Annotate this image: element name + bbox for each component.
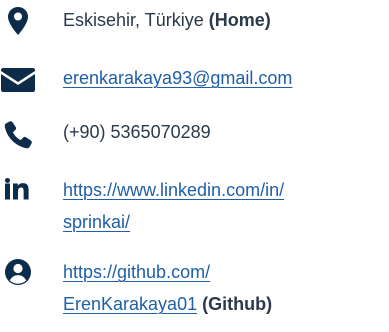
phone-icon [0,120,36,150]
linkedin-link-line1[interactable]: https://www.linkedin.com/in/ [63,174,284,206]
contact-list: Eskisehir, Türkiye (Home) erenkarakaya93… [0,0,389,332]
contact-row-email: erenkarakaya93@gmail.com [0,56,389,96]
envelope-icon [0,68,36,92]
email-link[interactable]: erenkarakaya93@gmail.com [63,62,292,94]
location-home-label: (Home) [208,10,271,30]
location-pin-icon [0,6,36,36]
github-link-line2[interactable]: ErenKarakaya01 [63,294,197,314]
contact-row-linkedin: https://www.linkedin.com/in/ sprinkai/ [0,164,389,240]
contact-row-phone: (+90) 5365070289 [0,112,389,152]
github-link-line1[interactable]: https://github.com/ [63,256,210,288]
location-text: Eskisehir, Türkiye [63,10,204,30]
phone-text: (+90) 5365070289 [63,122,211,142]
location-text-line: Eskisehir, Türkiye (Home) [63,4,271,36]
github-line2: ErenKarakaya01 (Github) [63,288,272,320]
linkedin-icon [0,178,36,200]
linkedin-link-line2[interactable]: sprinkai/ [63,206,130,238]
contact-row-github: https://github.com/ ErenKarakaya01 (Gith… [0,250,389,332]
github-label: (Github) [202,294,273,314]
user-circle-icon [0,258,36,286]
contact-row-location: Eskisehir, Türkiye (Home) [0,0,389,40]
